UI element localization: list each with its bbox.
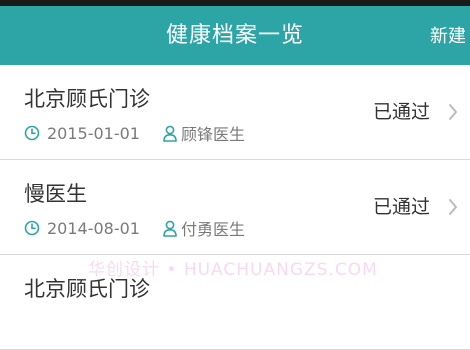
watermark: 华创设计 • HUACHUANGZS.COM (88, 260, 378, 280)
record-date: 2015-01-01 (47, 123, 140, 143)
record-row[interactable]: 慢医生 2014-08-01 付勇医生 已通过 (0, 160, 470, 255)
hospital-name: 北京顾氏门诊 (24, 87, 150, 111)
page-title: 健康档案一览 (165, 23, 304, 48)
person-icon (163, 220, 177, 237)
navigation-bar: 健康档案一览 新建 (0, 6, 470, 65)
clock-icon (24, 220, 40, 236)
doctor-name: 付勇医生 (180, 220, 245, 239)
doctor-name: 顾锋医生 (180, 125, 245, 144)
record-date: 2014-08-01 (47, 218, 140, 238)
chevron-right-icon (449, 199, 457, 215)
status-label: 已通过 (372, 196, 430, 218)
record-row[interactable]: 北京顾氏门诊 2015-01-01 顾锋医生 已通过 (0, 65, 470, 160)
record-meta: 2014-08-01 付勇医生 (24, 218, 245, 239)
health-record-list: 北京顾氏门诊 2015-01-01 顾锋医生 已通过 慢医生 2014-08-0… (0, 65, 470, 350)
new-record-button[interactable]: 新建 (430, 6, 466, 65)
hospital-name: 慢医生 (24, 182, 87, 206)
status-label: 已通过 (372, 101, 430, 123)
clock-icon (24, 125, 40, 141)
record-meta: 2015-01-01 顾锋医生 (24, 123, 245, 144)
person-icon (163, 125, 177, 142)
chevron-right-icon (449, 104, 457, 120)
